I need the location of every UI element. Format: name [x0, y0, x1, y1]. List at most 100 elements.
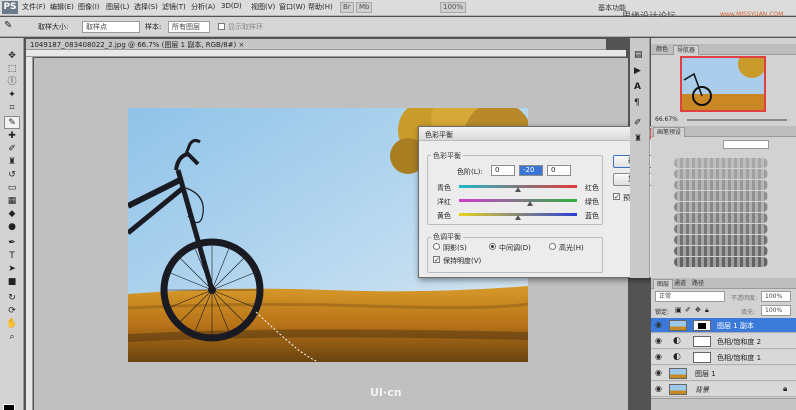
brush-preset-item[interactable]: [674, 213, 768, 223]
adjustment-layer-icon: ◐: [673, 336, 681, 346]
history-panel-icon[interactable]: ▤: [634, 50, 643, 60]
brush-preset-item[interactable]: [674, 158, 768, 168]
layer-name: 色相/饱和度 1: [717, 354, 762, 362]
lock-pixels-icon[interactable]: ▣: [675, 306, 682, 314]
eye-icon[interactable]: ◉: [655, 321, 663, 329]
bridge-button[interactable]: Br: [340, 2, 354, 13]
menu-window[interactable]: 窗口(W): [279, 2, 305, 12]
shape-tool-icon[interactable]: ■: [4, 276, 20, 289]
eye-icon[interactable]: ◉: [655, 353, 663, 361]
tab-paths[interactable]: 路径: [689, 279, 707, 289]
magenta-green-thumb[interactable]: [526, 201, 533, 206]
stamp-tool-icon[interactable]: ♜: [4, 156, 20, 169]
preserve-luminosity-checkbox[interactable]: ✓: [433, 256, 440, 264]
lasso-tool-icon[interactable]: ⓛ: [4, 76, 20, 89]
highlights-radio[interactable]: [549, 243, 556, 250]
tab-color[interactable]: 颜色: [653, 45, 671, 55]
blur-tool-icon[interactable]: ◆: [4, 208, 20, 221]
zoom-level-chip[interactable]: 100%: [440, 2, 467, 13]
show-ring-checkbox[interactable]: [218, 23, 225, 30]
brush-tool-icon[interactable]: ✐: [4, 143, 20, 156]
brush-preset-item[interactable]: [674, 202, 768, 212]
level-magenta-green-input[interactable]: -20: [519, 165, 543, 176]
brush-preset-item[interactable]: [674, 235, 768, 245]
tab-brush-presets[interactable]: 画笔预设: [653, 127, 686, 137]
brush-preset-item[interactable]: [674, 224, 768, 234]
move-tool-icon[interactable]: ✥: [4, 50, 20, 63]
eyedropper-icon[interactable]: ✎: [4, 20, 12, 31]
layer-row[interactable]: ◉ 图层 1 副本: [651, 318, 796, 333]
preview-checkbox[interactable]: ✓: [613, 193, 620, 201]
menu-3d[interactable]: 3D(D): [221, 2, 242, 10]
level-yellow-blue-input[interactable]: 0: [547, 165, 571, 176]
eye-icon[interactable]: ◉: [655, 385, 663, 393]
fill-input[interactable]: 100%: [761, 305, 791, 316]
brush-preset-item[interactable]: [674, 246, 768, 256]
zoom-tool-icon[interactable]: ⌕: [4, 331, 20, 344]
minibridge-button[interactable]: Mb: [356, 2, 373, 13]
lock-all-icon[interactable]: 🔒︎: [705, 306, 709, 315]
marquee-tool-icon[interactable]: ⬚: [4, 63, 20, 76]
yellow-blue-thumb[interactable]: [515, 215, 521, 220]
document-tab[interactable]: 1049187_083408022_2.jpg @ 66.7% (图层 1 副本…: [26, 39, 606, 50]
menu-file[interactable]: 文件(F): [22, 2, 46, 12]
lock-move-icon[interactable]: ✥: [695, 306, 701, 314]
menu-analysis[interactable]: 分析(A): [191, 2, 215, 12]
brush-size-field[interactable]: [723, 140, 769, 149]
brush-preset-item[interactable]: [674, 191, 768, 201]
magenta-green-slider[interactable]: [459, 199, 577, 202]
navigator-zoom-slider[interactable]: [687, 119, 787, 121]
brush-preset-item[interactable]: [674, 180, 768, 190]
tab-channels[interactable]: 通道: [671, 279, 689, 289]
eye-icon[interactable]: ◉: [655, 369, 663, 377]
path-select-icon[interactable]: ➤: [4, 263, 20, 276]
lock-brush-icon[interactable]: ✐: [685, 306, 691, 314]
layer-row[interactable]: ◉ ◐ 色相/饱和度 1: [651, 350, 796, 365]
brush-panel-icon[interactable]: ✐: [634, 118, 642, 128]
paragraph-panel-icon[interactable]: ¶: [634, 98, 640, 108]
level-cyan-red-input[interactable]: 0: [491, 165, 515, 176]
blend-mode-select[interactable]: 正常: [655, 291, 725, 302]
eraser-tool-icon[interactable]: ▭: [4, 182, 20, 195]
clone-source-panel-icon[interactable]: ♜: [634, 134, 642, 144]
navigator-zoom[interactable]: 66.67%: [655, 116, 678, 123]
tab-layers[interactable]: 图层: [653, 279, 674, 289]
layer-row[interactable]: ◉ 图层 1: [651, 366, 796, 381]
menu-filter[interactable]: 滤镜(T): [162, 2, 186, 12]
layer-row[interactable]: ◉ 背景 🔒︎: [651, 382, 796, 397]
menu-view[interactable]: 视图(V): [251, 2, 275, 12]
menu-layer[interactable]: 图层(L): [106, 2, 129, 12]
pen-tool-icon[interactable]: ✒: [4, 237, 20, 250]
foreground-color-swatch[interactable]: [3, 404, 15, 410]
tab-navigator[interactable]: 导航器: [673, 45, 700, 55]
midtones-radio[interactable]: [489, 243, 496, 250]
color-swatches[interactable]: [3, 404, 21, 410]
type-tool-icon[interactable]: T: [4, 250, 20, 263]
menu-image[interactable]: 图像(I): [78, 2, 100, 12]
gradient-tool-icon[interactable]: ▦: [4, 195, 20, 208]
navigator-thumbnail[interactable]: [680, 56, 766, 112]
sample-select[interactable]: 所有图层: [168, 21, 210, 33]
3d-rotate-icon[interactable]: ↻: [4, 292, 20, 305]
cyan-red-thumb[interactable]: [515, 187, 521, 192]
quick-select-tool-icon[interactable]: ✦: [4, 89, 20, 102]
sample-size-select[interactable]: 取样点: [82, 21, 140, 33]
eyedropper-tool-icon[interactable]: ✎: [4, 116, 20, 129]
hand-tool-icon[interactable]: ✋: [4, 318, 20, 331]
menu-help[interactable]: 帮助(H): [308, 2, 333, 12]
layer-row[interactable]: ◉ ◐ 色相/饱和度 2: [651, 334, 796, 349]
opacity-input[interactable]: 100%: [761, 291, 791, 302]
character-panel-icon[interactable]: A: [634, 82, 641, 92]
healing-tool-icon[interactable]: ✚: [4, 130, 20, 143]
eye-icon[interactable]: ◉: [655, 337, 663, 345]
crop-tool-icon[interactable]: ⌗: [4, 102, 20, 115]
history-brush-icon[interactable]: ↺: [4, 169, 20, 182]
brush-preset-item[interactable]: [674, 257, 768, 267]
menu-select[interactable]: 选择(S): [134, 2, 158, 12]
3d-orbit-icon[interactable]: ⟳: [4, 305, 20, 318]
dodge-tool-icon[interactable]: ●: [4, 221, 20, 234]
actions-panel-icon[interactable]: ▶: [634, 66, 641, 76]
shadows-radio[interactable]: [433, 243, 440, 250]
brush-preset-item[interactable]: [674, 169, 768, 179]
menu-edit[interactable]: 编辑(E): [50, 2, 74, 12]
